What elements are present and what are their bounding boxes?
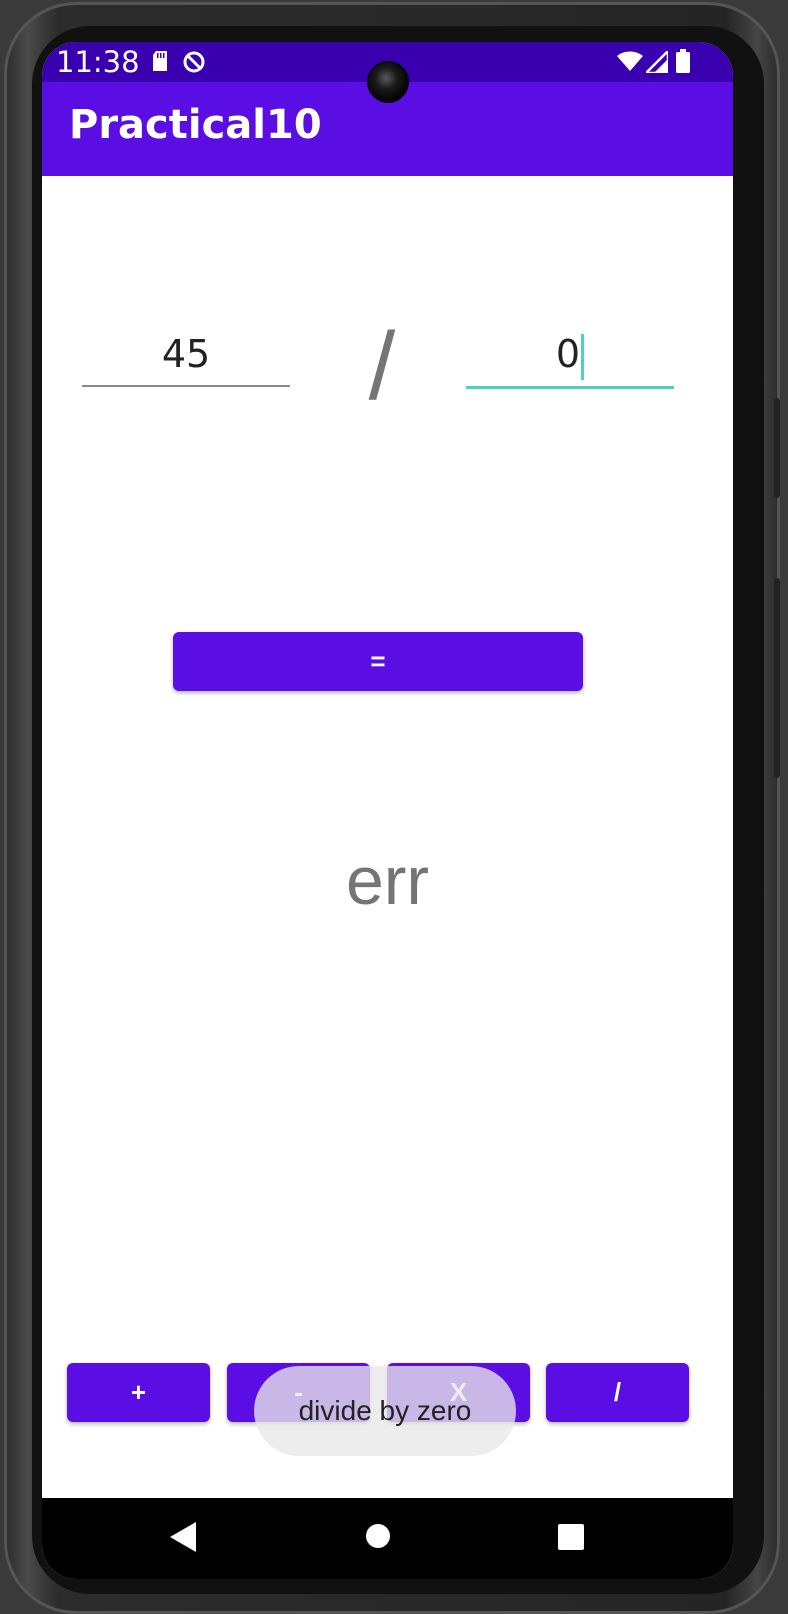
first-number-underline [82, 385, 290, 387]
sd-card-icon [151, 50, 169, 76]
power-button [774, 398, 780, 498]
app-title: Practical10 [69, 102, 322, 148]
phone-screen: 11:38 Practical10 45 / 0 = err + / divid… [42, 42, 733, 1579]
status-time: 11:38 [56, 45, 140, 79]
add-button[interactable]: + [67, 1363, 210, 1422]
recents-icon[interactable] [558, 1524, 584, 1554]
toast-message: divide by zero [254, 1366, 516, 1456]
equals-button[interactable]: = [173, 632, 583, 691]
first-number-value: 45 [161, 332, 211, 376]
wifi-icon [617, 51, 643, 75]
toast-text: divide by zero [298, 1395, 472, 1426]
battery-icon [676, 49, 690, 77]
back-icon[interactable] [170, 1522, 196, 1556]
signal-icon [642, 47, 670, 77]
second-number-value: 0 [555, 332, 581, 376]
text-cursor [581, 333, 585, 380]
first-number-input[interactable]: 45 [82, 332, 290, 387]
result-text: err [345, 843, 430, 919]
home-icon[interactable] [365, 1523, 391, 1553]
second-number-underline [466, 386, 674, 389]
second-number-input[interactable]: 0 [466, 332, 674, 389]
divide-button[interactable]: / [546, 1363, 689, 1422]
volume-button [774, 578, 780, 778]
operator-symbol: / [368, 313, 396, 420]
navigation-bar [42, 1498, 733, 1579]
front-camera [369, 63, 407, 101]
sync-disabled-icon [182, 50, 206, 78]
